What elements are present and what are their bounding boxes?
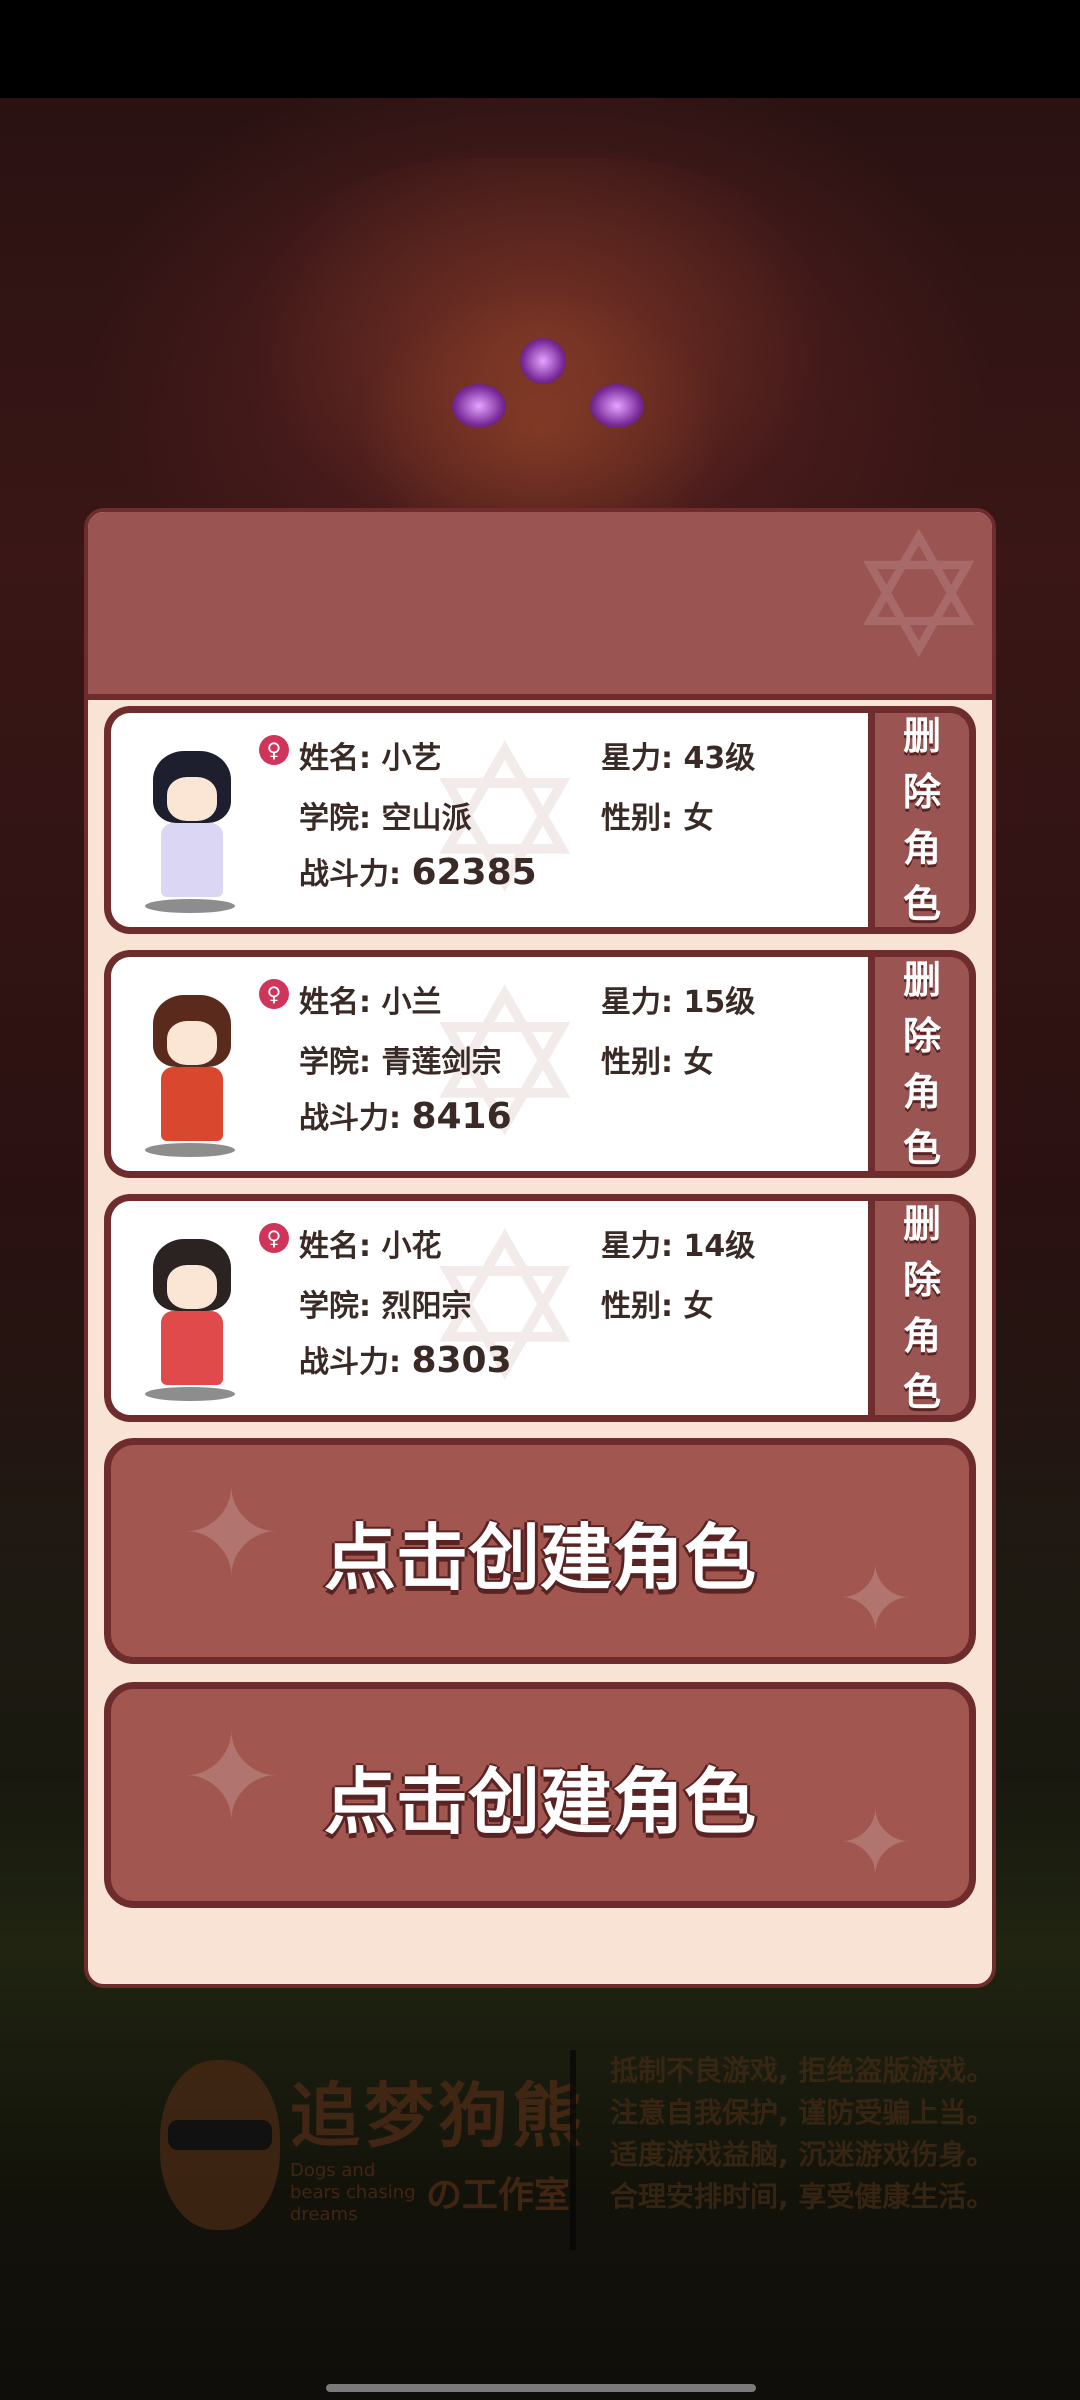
avatar-outfit — [161, 1311, 223, 1385]
panel-header: ✡ — [88, 512, 992, 700]
character-name: 姓名: 小兰 — [299, 985, 442, 1020]
character-card-body[interactable]: ✡ ♀ 姓名: 小艺 星力: 43级 学院: 空山派 性别: 女 战斗力: 62… — [104, 706, 874, 934]
character-power: 战斗力: 62385 — [299, 849, 537, 893]
studio-name: 追梦狗熊 — [290, 2075, 586, 2157]
avatar-outfit — [161, 823, 223, 897]
character-avatar — [137, 743, 247, 913]
beast-center-eye — [520, 338, 566, 384]
studio-english-name: Dogs and bears chasing dreams — [290, 2160, 416, 2225]
power-label: 战斗力: — [299, 1345, 412, 1380]
delete-character-label: 删除角色 — [902, 714, 941, 926]
create-character-label: 点击创建角色 — [323, 1759, 756, 1844]
character-card-body[interactable]: ✡ ♀ 姓名: 小兰 星力: 15级 学院: 青莲剑宗 性别: 女 战斗力: 8… — [104, 950, 874, 1178]
character-level: 星力: 43级 — [601, 741, 756, 776]
character-level: 星力: 14级 — [601, 1229, 756, 1264]
character-school: 学院: 烈阳宗 — [299, 1289, 472, 1324]
character-school: 学院: 青莲剑宗 — [299, 1045, 502, 1080]
studio-suffix: の工作室 — [426, 2175, 571, 2216]
character-school: 学院: 空山派 — [299, 801, 472, 836]
character-card[interactable]: ✡ ♀ 姓名: 小花 星力: 14级 学院: 烈阳宗 性别: 女 战斗力: 83… — [104, 1194, 976, 1422]
create-character-button[interactable]: ✦ ✦ 点击创建角色 — [104, 1438, 976, 1664]
character-gender: 性别: 女 — [601, 801, 714, 836]
bear-logo-icon — [160, 2060, 280, 2230]
character-name: 姓名: 小艺 — [299, 741, 442, 776]
character-power: 战斗力: 8303 — [299, 1337, 512, 1381]
character-avatar — [137, 987, 247, 1157]
delete-character-label: 删除角色 — [902, 1202, 941, 1414]
notice-line: 适度游戏益脑, 沉迷游戏伤身。 — [610, 2138, 995, 2171]
power-value: 8416 — [411, 1096, 512, 1137]
notice-line: 合理安排时间, 享受健康生活。 — [610, 2180, 995, 2213]
character-level: 星力: 15级 — [601, 985, 756, 1020]
notice-line: 抵制不良游戏, 拒绝盗版游戏。 — [610, 2054, 995, 2087]
character-card-body[interactable]: ✡ ♀ 姓名: 小花 星力: 14级 学院: 烈阳宗 性别: 女 战斗力: 83… — [104, 1194, 874, 1422]
character-gender: 性别: 女 — [601, 1045, 714, 1080]
character-name: 姓名: 小花 — [299, 1229, 442, 1264]
female-symbol-icon: ♀ — [259, 979, 289, 1009]
notice-line: 注意自我保护, 谨防受骗上当。 — [610, 2096, 995, 2129]
create-character-button[interactable]: ✦ ✦ 点击创建角色 — [104, 1682, 976, 1908]
power-value: 8303 — [411, 1340, 512, 1381]
power-label: 战斗力: — [299, 857, 412, 892]
delete-character-button[interactable]: 删除角色 — [868, 1194, 976, 1422]
avatar-outfit — [161, 1067, 223, 1141]
female-symbol-icon: ♀ — [259, 735, 289, 765]
female-symbol-icon: ♀ — [259, 1223, 289, 1253]
character-power: 战斗力: 8416 — [299, 1093, 512, 1137]
hexagram-emblem-icon: ✡ — [847, 508, 990, 696]
delete-character-label: 删除角色 — [902, 958, 941, 1170]
create-character-label: 点击创建角色 — [323, 1515, 756, 1600]
power-label: 战斗力: — [299, 1101, 412, 1136]
studio-footer: 追梦狗熊 Dogs and bears chasing dreams の工作室 … — [160, 2050, 994, 2260]
delete-character-button[interactable]: 删除角色 — [868, 706, 976, 934]
character-avatar — [137, 1231, 247, 1401]
footer-divider — [570, 2050, 576, 2250]
character-gender: 性别: 女 — [601, 1289, 714, 1324]
delete-character-button[interactable]: 删除角色 — [868, 950, 976, 1178]
character-card[interactable]: ✡ ♀ 姓名: 小艺 星力: 43级 学院: 空山派 性别: 女 战斗力: 62… — [104, 706, 976, 934]
beast-left-eye — [452, 384, 506, 428]
health-notice: 抵制不良游戏, 拒绝盗版游戏。 注意自我保护, 谨防受骗上当。 适度游戏益脑, … — [610, 2050, 994, 2218]
home-indicator[interactable] — [326, 2384, 756, 2392]
beast-right-eye — [590, 384, 644, 428]
status-bar — [0, 0, 1080, 98]
power-value: 62385 — [411, 852, 537, 893]
character-card[interactable]: ✡ ♀ 姓名: 小兰 星力: 15级 学院: 青莲剑宗 性别: 女 战斗力: 8… — [104, 950, 976, 1178]
